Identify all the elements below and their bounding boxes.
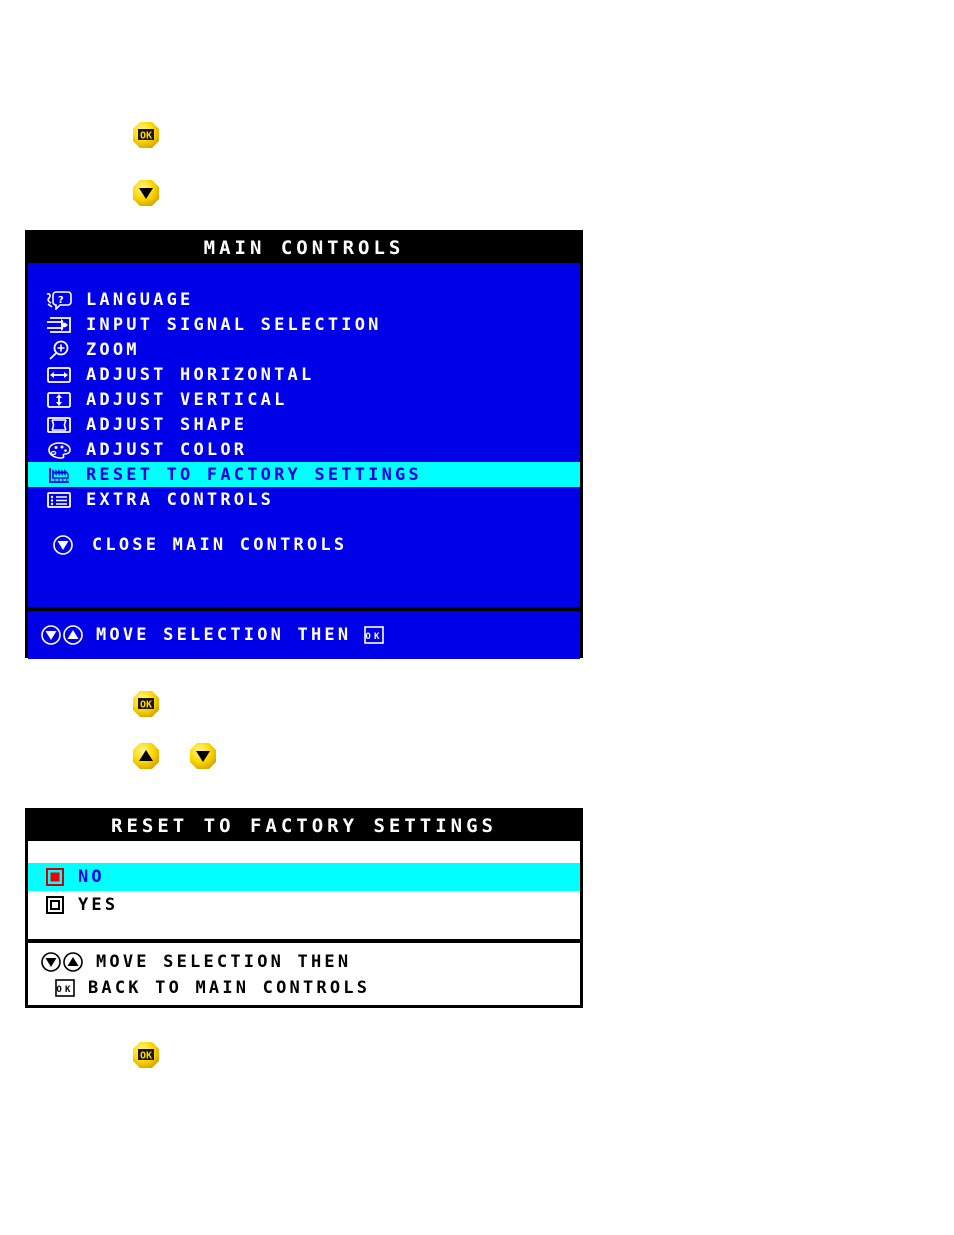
- menu-item-input-signal-selection[interactable]: INPUT SIGNAL SELECTION: [28, 312, 580, 337]
- main-controls-osd-panel: MAIN CONTROLS ? LANGUAGE INPUT SIGNAL SE…: [25, 230, 583, 659]
- footer-label: MOVE SELECTION THEN: [96, 625, 352, 645]
- down-arrow-icon: [133, 180, 159, 206]
- down-button-top[interactable]: [131, 178, 161, 208]
- option-yes[interactable]: YES: [28, 891, 580, 919]
- menu-item-label: ADJUST VERTICAL: [86, 389, 288, 410]
- menu-item-label: CLOSE MAIN CONTROLS: [92, 534, 348, 555]
- menu-item-language[interactable]: ? LANGUAGE: [28, 287, 580, 312]
- down-arrow-icon: [50, 534, 76, 556]
- main-controls-footer: MOVE SELECTION THEN OK: [28, 607, 580, 659]
- adjust-vertical-icon: [42, 389, 76, 411]
- footer-label-2: BACK TO MAIN CONTROLS: [88, 978, 371, 998]
- extra-controls-icon: [42, 489, 76, 511]
- ok-button-top[interactable]: OK: [131, 120, 161, 150]
- ok-button-icon: OK: [133, 122, 159, 148]
- footer-line-back-to-main: OK BACK TO MAIN CONTROLS: [40, 975, 580, 1001]
- menu-item-adjust-shape[interactable]: ADJUST SHAPE: [28, 412, 580, 437]
- zoom-icon: [42, 339, 76, 361]
- main-controls-title: MAIN CONTROLS: [28, 233, 580, 263]
- main-controls-menu-list: ? LANGUAGE INPUT SIGNAL SELECTION ZOOM A…: [28, 263, 580, 607]
- menu-item-adjust-vertical[interactable]: ADJUST VERTICAL: [28, 387, 580, 412]
- menu-item-reset-to-factory-settings[interactable]: RESET TO FACTORY SETTINGS: [28, 462, 580, 487]
- language-icon: ?: [42, 289, 76, 311]
- footer-arrow-icons: [40, 951, 84, 973]
- menu-item-adjust-color[interactable]: ADJUST COLOR: [28, 437, 580, 462]
- ok-button-bottom[interactable]: OK: [131, 1040, 161, 1070]
- menu-item-zoom[interactable]: ZOOM: [28, 337, 580, 362]
- adjust-horizontal-icon: [42, 364, 76, 386]
- menu-item-label: EXTRA CONTROLS: [86, 489, 275, 510]
- svg-text:OK: OK: [366, 632, 383, 642]
- svg-text:OK: OK: [140, 699, 152, 710]
- radio-selected-icon: [42, 867, 68, 887]
- radio-unselected-icon: [42, 895, 68, 915]
- reset-dialog-footer: MOVE SELECTION THEN OK BACK TO MAIN CONT…: [28, 939, 580, 1005]
- adjust-shape-icon: [42, 414, 76, 436]
- up-arrow-icon: [63, 952, 83, 972]
- reset-dialog-options: NO YES: [28, 841, 580, 939]
- footer-line-move-selection: MOVE SELECTION THEN: [40, 949, 580, 975]
- menu-item-label: ADJUST COLOR: [86, 439, 248, 460]
- footer-arrow-icons: [40, 624, 84, 646]
- reset-to-factory-settings-dialog: RESET TO FACTORY SETTINGS NO YES MOVE SE…: [25, 808, 583, 1008]
- menu-item-label: ADJUST SHAPE: [86, 414, 248, 435]
- svg-text:OK: OK: [140, 1050, 152, 1061]
- footer-label-1: MOVE SELECTION THEN: [96, 952, 352, 972]
- menu-item-extra-controls[interactable]: EXTRA CONTROLS: [28, 487, 580, 512]
- ok-button-icon: OK: [54, 978, 76, 998]
- svg-text:?: ?: [58, 295, 67, 306]
- down-arrow-icon: [190, 743, 216, 769]
- ok-button-icon: OK: [133, 1042, 159, 1068]
- menu-item-label: RESET TO FACTORY SETTINGS: [86, 464, 422, 485]
- ok-button-middle[interactable]: OK: [131, 689, 161, 719]
- svg-text:OK: OK: [56, 985, 73, 995]
- menu-spacer: [28, 512, 580, 532]
- down-arrow-icon: [41, 952, 61, 972]
- factory-reset-icon: [42, 464, 76, 486]
- up-arrow-icon: [63, 625, 83, 645]
- menu-item-adjust-horizontal[interactable]: ADJUST HORIZONTAL: [28, 362, 580, 387]
- up-arrow-icon: [133, 743, 159, 769]
- ok-button-icon: OK: [133, 691, 159, 717]
- down-arrow-icon: [41, 625, 61, 645]
- ok-button-icon: OK: [363, 625, 385, 645]
- up-button-middle[interactable]: [131, 741, 161, 771]
- menu-item-label: INPUT SIGNAL SELECTION: [86, 314, 382, 335]
- menu-item-close-main-controls[interactable]: CLOSE MAIN CONTROLS: [28, 532, 580, 557]
- down-button-middle[interactable]: [188, 741, 218, 771]
- option-label: NO: [78, 867, 105, 887]
- reset-dialog-title: RESET TO FACTORY SETTINGS: [28, 811, 580, 841]
- menu-item-label: LANGUAGE: [86, 289, 194, 310]
- option-label: YES: [78, 895, 119, 915]
- option-no[interactable]: NO: [28, 863, 580, 891]
- svg-text:OK: OK: [140, 130, 152, 141]
- menu-item-label: ADJUST HORIZONTAL: [86, 364, 315, 385]
- menu-item-label: ZOOM: [86, 339, 140, 360]
- input-signal-icon: [42, 314, 76, 336]
- adjust-color-icon: [42, 439, 76, 461]
